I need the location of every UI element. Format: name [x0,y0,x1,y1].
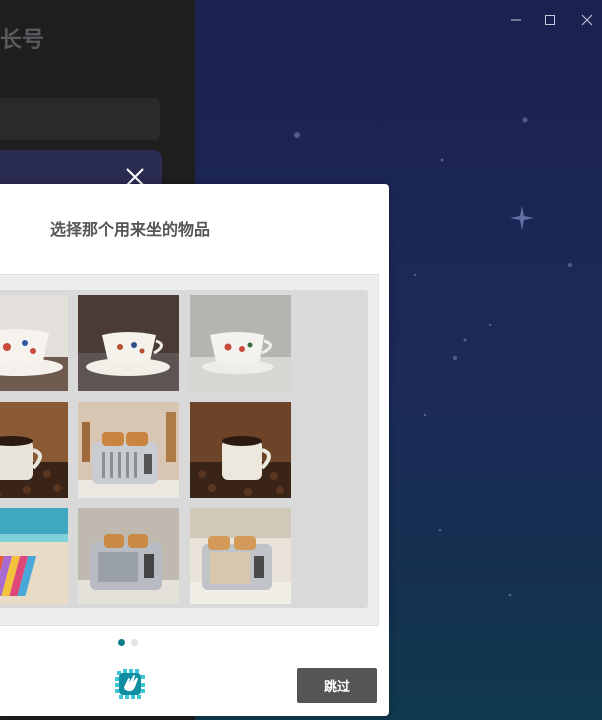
coffee-mug-image [0,402,68,498]
coffee-mug-image [190,402,291,498]
captcha-prompt: 选择那个用来坐的物品 [50,222,211,239]
captcha-tile-beach-towel[interactable] [0,508,68,604]
captcha-logo-icon[interactable] [113,667,147,701]
close-icon[interactable] [575,8,599,32]
captcha-tile-toaster[interactable] [190,508,291,604]
teacup-image [78,295,179,391]
captcha-grid [0,290,368,608]
captcha-tile-teacup[interactable] [78,295,179,391]
page-dot[interactable] [131,639,138,646]
maximize-icon[interactable] [538,8,562,32]
captcha-tile-toaster[interactable] [78,402,179,498]
captcha-tile-teacup[interactable] [190,295,291,391]
teacup-image [190,295,291,391]
skip-button[interactable]: 跳过 [297,668,377,703]
toaster-image [190,508,291,604]
minimize-icon[interactable] [504,8,528,32]
toaster-image [78,402,179,498]
captcha-tile-toaster[interactable] [78,508,179,604]
toaster-image [78,508,179,604]
captcha-tile-teacup[interactable] [0,295,68,391]
captcha-tile-coffee-mug[interactable] [0,402,68,498]
captcha-tile-coffee-mug[interactable] [190,402,291,498]
beach-towel-image [0,508,68,604]
teacup-image [0,295,68,391]
page-dot-active[interactable] [118,639,125,646]
captcha-dialog: 选择那个用来坐的物品 跳过 [0,184,389,716]
